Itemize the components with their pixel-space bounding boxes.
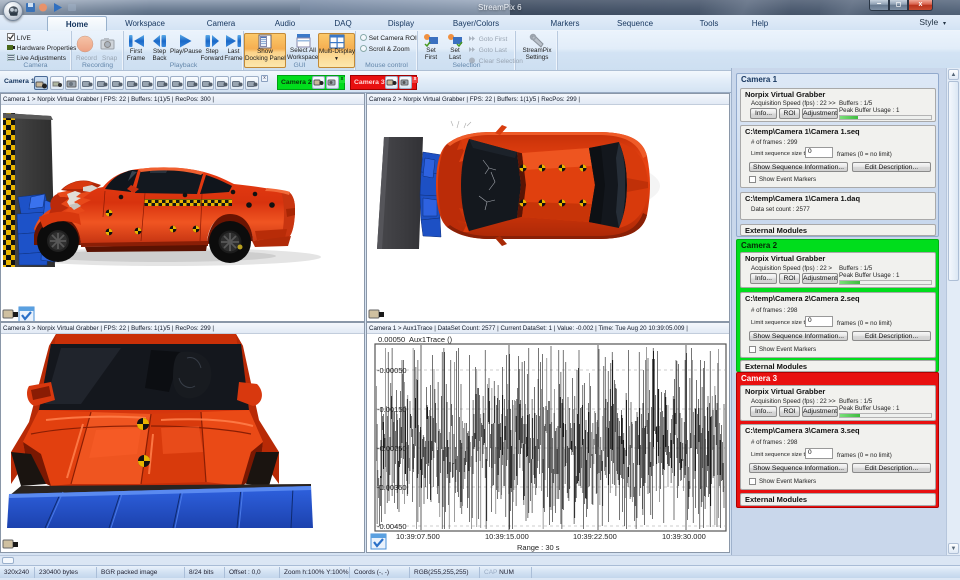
svg-text:Range : 30 s: Range : 30 s — [517, 543, 560, 552]
svg-text:10:39:07.500: 10:39:07.500 — [396, 532, 440, 541]
svg-text:0.00050: 0.00050 — [378, 335, 405, 344]
svg-text:10:39:15.000: 10:39:15.000 — [485, 532, 529, 541]
svg-text:-0.00050: -0.00050 — [377, 366, 407, 375]
svg-text:10:39:22.500: 10:39:22.500 — [573, 532, 617, 541]
svg-text:-0.00150: -0.00150 — [377, 405, 407, 414]
svg-text:10:39:30.000: 10:39:30.000 — [662, 532, 706, 541]
svg-text:Aux1Trace (): Aux1Trace () — [409, 335, 453, 344]
svg-text:-0.00350: -0.00350 — [377, 483, 407, 492]
svg-text:-0.00250: -0.00250 — [377, 444, 407, 453]
svg-text:-0.00450: -0.00450 — [377, 522, 407, 531]
